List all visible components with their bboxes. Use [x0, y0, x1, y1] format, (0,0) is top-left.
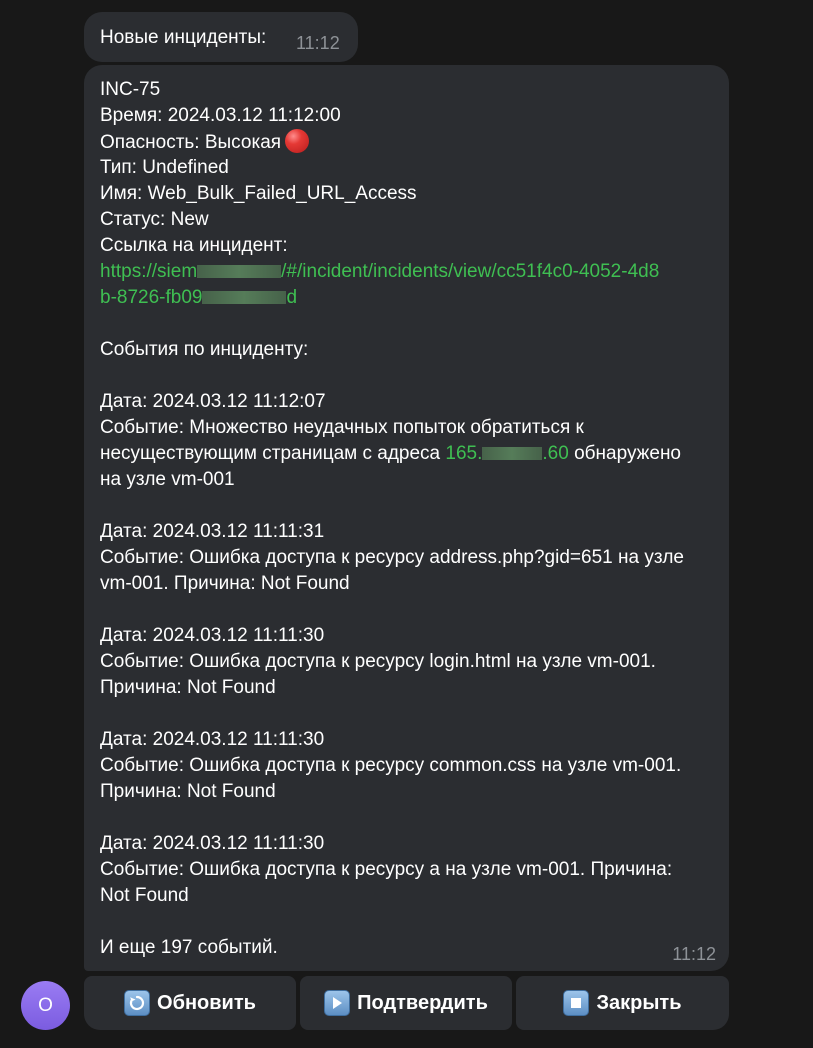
more-events: И еще 197 событий. — [100, 937, 278, 958]
event-text: Событие: Ошибка доступа к ресурсу login.… — [100, 651, 656, 672]
incident-type: Тип: Undefined — [100, 157, 229, 178]
event-date: Дата: 2024.03.12 11:11:30 — [100, 729, 325, 750]
event-date: Дата: 2024.03.12 11:11:30 — [100, 625, 325, 646]
redacted-blur — [482, 447, 543, 461]
incident-severity-line: Опасность: Высокая — [100, 129, 715, 155]
event-text: Событие: Ошибка доступа к ресурсу addres… — [100, 547, 684, 568]
incident-time: Время: 2024.03.12 11:12:00 — [100, 105, 341, 126]
event-text: несуществующим страницам с адреса 165. .6… — [100, 441, 715, 467]
incident-link[interactable]: https://siem /#/incident/incidents/view/c… — [100, 259, 715, 285]
message-time: 11:12 — [672, 944, 716, 964]
event-text: Причина: Not Found — [100, 781, 276, 802]
close-button[interactable]: Закрыть — [516, 976, 729, 1030]
event-text: Событие: Ошибка доступа к ресурсу common… — [100, 755, 682, 776]
incident-link-part[interactable]: /#/incident/incidents/view/cc51f4c0-4052… — [281, 261, 659, 282]
incident-status: Статус: New — [100, 209, 209, 230]
event-text-part: несуществующим страницам с адреса — [100, 443, 446, 464]
events-header: События по инциденту: — [100, 339, 309, 360]
close-button-label: Закрыть — [596, 991, 682, 1014]
message-body: INC-75 Время: 2024.03.12 11:12:00 Опасно… — [100, 77, 715, 961]
incident-id: INC-75 — [100, 79, 161, 100]
message-bubble-header: Новые инциденты: 11:12 — [84, 12, 358, 62]
event-date: Дата: 2024.03.12 11:12:07 — [100, 391, 326, 412]
ip-part[interactable]: .60 — [542, 443, 568, 464]
event-text: vm-001. Причина: Not Found — [100, 573, 350, 594]
event-date: Дата: 2024.03.12 11:11:30 — [100, 833, 325, 854]
message-time: 11:12 — [296, 33, 340, 53]
message-text: Новые инциденты: — [100, 27, 267, 48]
incident-link-label: Ссылка на инцидент: — [100, 235, 288, 256]
incident-severity: Опасность: Высокая — [100, 132, 282, 153]
redacted-blur — [202, 291, 287, 305]
event-text: Not Found — [100, 885, 189, 906]
message-bubble-incident: INC-75 Время: 2024.03.12 11:12:00 Опасно… — [84, 65, 729, 971]
ip-part[interactable]: 165. — [445, 443, 482, 464]
red-circle-icon — [285, 129, 310, 153]
event-text: Событие: Ошибка доступа к ресурсу a на у… — [100, 859, 673, 880]
avatar[interactable]: O — [21, 981, 70, 1030]
incident-link-part[interactable]: https://siem — [100, 261, 197, 282]
ip-address-link[interactable]: 165. .60 — [445, 443, 568, 464]
incident-link-continued[interactable]: b-8726-fb09 d — [100, 285, 715, 311]
event-text: Событие: Множество неудачных попыток обр… — [100, 417, 584, 438]
refresh-icon — [124, 990, 151, 1016]
event-date: Дата: 2024.03.12 11:11:31 — [100, 521, 325, 542]
refresh-button[interactable]: Обновить — [84, 976, 296, 1030]
play-icon — [324, 990, 351, 1016]
redacted-blur — [197, 265, 282, 279]
event-text-part: обнаружено — [568, 443, 682, 464]
incident-link-part[interactable]: b-8726-fb09 — [100, 287, 202, 308]
event-text: на узле vm-001 — [100, 469, 235, 490]
incident-name: Имя: Web_Bulk_Failed_URL_Access — [100, 183, 417, 204]
event-text: Причина: Not Found — [100, 677, 276, 698]
incident-link-part[interactable]: d — [286, 287, 297, 308]
stop-icon — [563, 990, 590, 1016]
confirm-button-label: Подтвердить — [357, 991, 488, 1014]
refresh-button-label: Обновить — [157, 991, 256, 1014]
confirm-button[interactable]: Подтвердить — [300, 976, 512, 1030]
